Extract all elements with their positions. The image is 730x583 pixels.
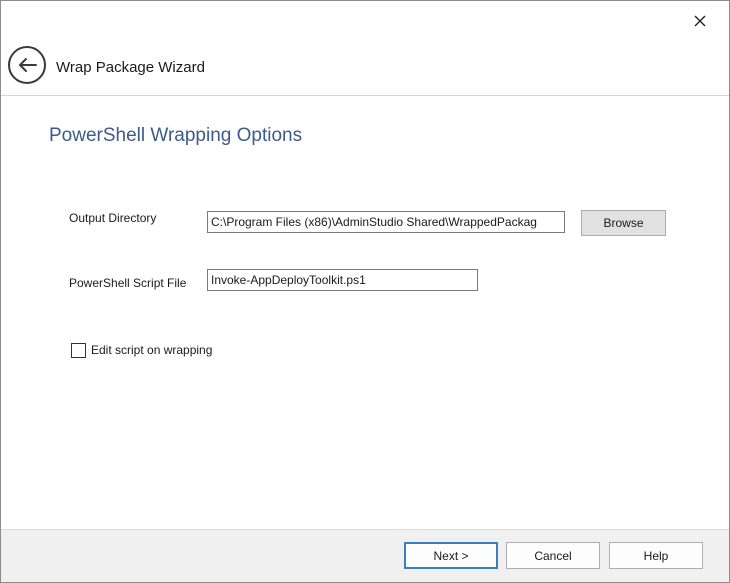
cancel-button[interactable]: Cancel (506, 542, 600, 569)
edit-script-label[interactable]: Edit script on wrapping (91, 343, 212, 357)
output-directory-field[interactable]: C:\Program Files (x86)\AdminStudio Share… (207, 211, 565, 233)
script-file-label: PowerShell Script File (69, 276, 187, 290)
header-divider (1, 95, 729, 96)
script-file-field[interactable]: Invoke-AppDeployToolkit.ps1 (207, 269, 478, 291)
next-button[interactable]: Next > (404, 542, 498, 569)
edit-script-checkbox[interactable] (71, 343, 86, 358)
back-button[interactable] (8, 46, 46, 84)
page-title: PowerShell Wrapping Options (49, 125, 303, 146)
browse-button[interactable]: Browse (581, 210, 666, 236)
back-arrow-icon (19, 58, 37, 72)
wizard-footer: Next > Cancel Help (1, 529, 729, 582)
output-directory-label: Output Directory (69, 211, 157, 225)
help-button[interactable]: Help (609, 542, 703, 569)
wizard-title: Wrap Package Wizard (56, 59, 205, 76)
wizard-window: Wrap Package Wizard PowerShell Wrapping … (0, 0, 730, 583)
wizard-header: Wrap Package Wizard (1, 1, 729, 95)
